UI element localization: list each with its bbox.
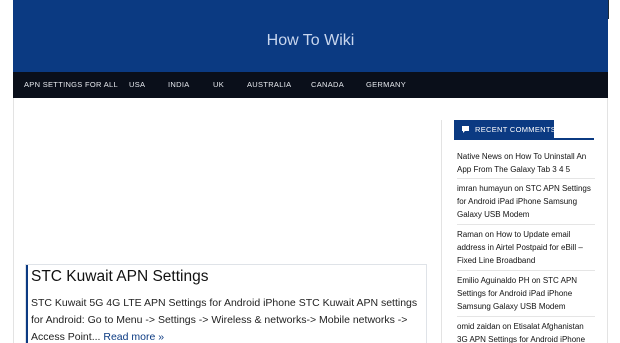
nav-item-india[interactable]: INDIA: [168, 72, 190, 98]
nav-item-australia[interactable]: AUSTRALIA: [247, 72, 291, 98]
comment-bubble-icon: [462, 126, 469, 133]
post-excerpt: STC Kuwait 5G 4G LTE APN Settings for An…: [31, 295, 423, 343]
site-title[interactable]: How To Wiki: [13, 32, 608, 50]
recent-comments-widget-title: RECENT COMMENTS: [454, 120, 594, 140]
widget-title-tab: RECENT COMMENTS: [454, 120, 557, 140]
comment-on-text: on: [501, 152, 516, 161]
post-card: STC Kuwait APN Settings STC Kuwait 5G 4G…: [25, 264, 427, 343]
recent-comment: imran humayun on STC APN Settings for An…: [457, 182, 595, 221]
nav-item-uk[interactable]: UK: [213, 72, 224, 98]
comment-author[interactable]: imran humayun: [457, 184, 512, 193]
recent-comment: Emilio Aguinaldo PH on STC APN Settings …: [457, 274, 595, 313]
comment-author[interactable]: Raman: [457, 230, 483, 239]
comment-on-text: on: [529, 276, 543, 285]
sidebar-divider: [441, 120, 442, 343]
read-more-link[interactable]: Read more »: [103, 331, 164, 343]
post-title[interactable]: STC Kuwait APN Settings: [31, 268, 208, 286]
site-header: How To Wiki: [13, 0, 608, 72]
comment-on-text: on: [500, 322, 514, 331]
comment-author[interactable]: omid zaidan: [457, 322, 500, 331]
recent-comment: Native News on How To Uninstall An App F…: [457, 150, 595, 176]
nav-item-germany[interactable]: GERMANY: [366, 72, 406, 98]
comment-on-text: on: [512, 184, 526, 193]
recent-comment: omid zaidan on Etisalat Afghanistan 3G A…: [457, 320, 595, 343]
post-accent-bar: [26, 265, 28, 343]
recent-comment: Raman on How to Update email address in …: [457, 228, 595, 267]
comment-author[interactable]: Native News: [457, 152, 502, 161]
comment-divider: [457, 316, 595, 317]
nav-item-usa[interactable]: USA: [129, 72, 145, 98]
comment-divider: [457, 270, 595, 271]
nav-item-canada[interactable]: CANADA: [311, 72, 344, 98]
comment-divider: [457, 178, 595, 179]
comment-author[interactable]: Emilio Aguinaldo PH: [457, 276, 529, 285]
comment-on-text: on: [482, 230, 497, 239]
post-excerpt-text: STC Kuwait 5G 4G LTE APN Settings for An…: [31, 297, 418, 343]
widget-title-label: RECENT COMMENTS: [475, 125, 557, 134]
nav-item-apn-settings-for-all[interactable]: APN SETTINGS FOR ALL: [24, 72, 118, 98]
comment-divider: [457, 224, 595, 225]
main-navigation: APN SETTINGS FOR ALL USA INDIA UK AUSTRA…: [13, 72, 608, 98]
